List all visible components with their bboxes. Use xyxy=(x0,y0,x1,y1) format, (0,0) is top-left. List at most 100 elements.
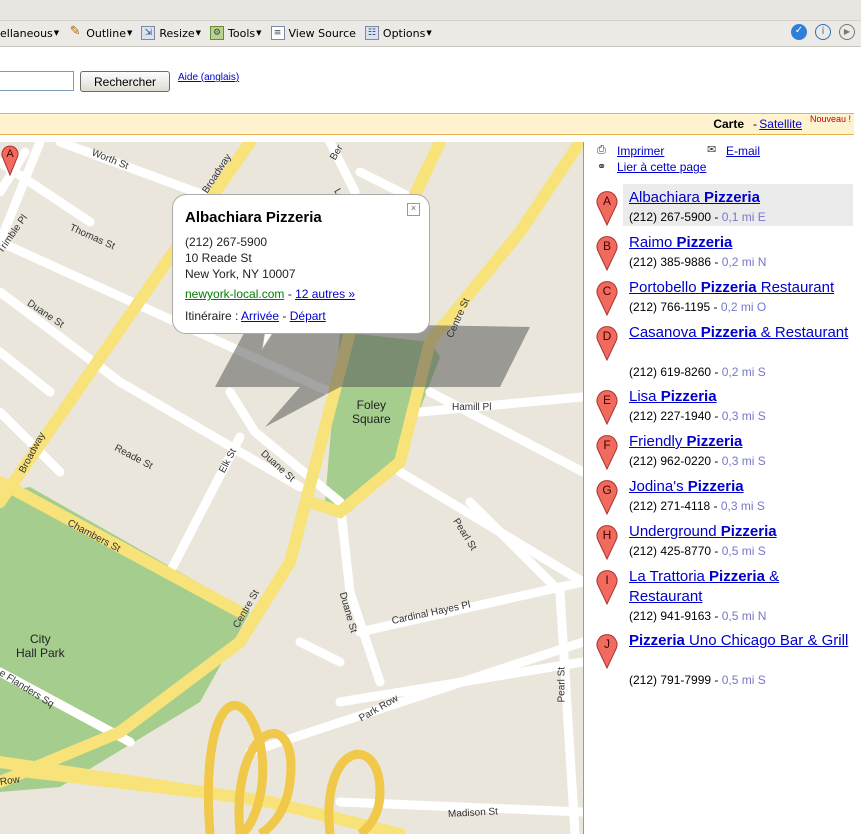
dropdown-arrow-icon: ▼ xyxy=(256,29,262,37)
result-marker-letter: A xyxy=(603,194,611,208)
result-distance: 0,5 mi S xyxy=(721,544,766,558)
result-title-link[interactable]: Pizzeria Uno Chicago Bar & Grill xyxy=(629,631,851,651)
options-icon: ☷ xyxy=(364,26,379,40)
result-title-link[interactable]: Friendly Pizzeria xyxy=(629,432,851,452)
result-marker-icon[interactable]: F xyxy=(595,432,619,470)
toolbar-item-resize[interactable]: ⇲ Resize ▼ xyxy=(141,26,201,40)
validate-check-icon[interactable]: ✓ xyxy=(791,24,807,40)
info-place-name: Albachiara Pizzeria xyxy=(185,209,322,226)
toolbar-item-label: Tools xyxy=(228,26,256,40)
search-button[interactable]: Rechercher xyxy=(80,71,170,92)
result-title-pre: La Trattoria xyxy=(629,568,710,585)
result-phone-line: (212) 766-1195 - 0,2 mi O xyxy=(629,300,767,314)
result-title-link[interactable]: Albachiara Pizzeria xyxy=(629,188,851,208)
result-marker-letter: E xyxy=(603,393,611,407)
highway-ramps xyxy=(203,701,385,834)
result-distance: 0,5 mi S xyxy=(721,673,766,687)
result-marker-letter: D xyxy=(603,329,612,343)
result-title-link[interactable]: Lisa Pizzeria xyxy=(629,387,851,407)
toolbar-item-miscellaneous[interactable]: ellaneous ▼ xyxy=(0,27,59,40)
result-marker-icon[interactable]: I xyxy=(595,567,619,605)
info-arrival-link[interactable]: Arrivée xyxy=(241,309,279,323)
result-title-pre: Casanova xyxy=(629,324,701,341)
result-marker-icon[interactable]: C xyxy=(595,278,619,316)
info-more-link[interactable]: 12 autres » xyxy=(295,287,355,301)
toolbar-item-view-source[interactable]: ≡ View Source xyxy=(270,26,356,40)
info-icon[interactable]: i xyxy=(815,24,831,40)
resize-icon: ⇲ xyxy=(141,26,156,40)
new-badge: Nouveau ! xyxy=(809,114,851,124)
close-icon[interactable]: × xyxy=(407,203,420,216)
result-marker-icon[interactable]: G xyxy=(595,477,619,515)
result-marker-icon[interactable]: A xyxy=(595,188,619,226)
result-title-link[interactable]: Portobello Pizzeria Restaurant xyxy=(629,278,851,298)
result-title-keyword: Pizzeria xyxy=(629,632,685,649)
map-type-satellite[interactable]: Satellite xyxy=(759,117,802,131)
map-type-separator: - xyxy=(753,117,757,131)
toolbar-item-tools[interactable]: ⚙ Tools ▼ xyxy=(210,26,262,40)
result-marker-icon[interactable]: H xyxy=(595,522,619,560)
result-phone: (212) 619-8260 xyxy=(629,365,712,379)
city-hall-park-label: City Hall Park xyxy=(16,632,65,660)
help-link[interactable]: Aide (anglais) xyxy=(178,72,239,83)
info-links: newyork-local.com - 12 autres » xyxy=(185,287,355,301)
result-marker-icon[interactable]: B xyxy=(595,233,619,271)
email-link[interactable]: E-mail xyxy=(726,144,760,158)
browser-toolbar: ellaneous ▼ ✎ Outline ▼ ⇲ Resize ▼ ⚙ Tools ▼… xyxy=(0,0,861,47)
print-link[interactable]: Imprimer xyxy=(617,144,664,158)
result-phone-line: (212) 425-8770 - 0,5 mi S xyxy=(629,544,766,558)
toolbar-item-options[interactable]: ☷ Options ▼ xyxy=(364,26,432,40)
result-distance: 0,3 mi S xyxy=(720,499,765,513)
result-title-keyword: Pizzeria xyxy=(676,234,733,251)
result-marker-icon[interactable]: E xyxy=(595,387,619,425)
result-marker-icon[interactable]: D xyxy=(595,323,619,361)
result-title-pre: Jodina's xyxy=(629,478,688,495)
result-title-pre: Raimo xyxy=(629,234,677,251)
result-title-link[interactable]: Underground Pizzeria xyxy=(629,522,851,542)
result-title-link[interactable]: Jodina's Pizzeria xyxy=(629,477,851,497)
result-phone: (212) 766-1195 xyxy=(629,300,711,314)
toolbar-item-label: View Source xyxy=(288,26,356,40)
toolbar-item-label: Options xyxy=(382,26,426,40)
result-title-pre: Albachiara xyxy=(629,189,705,206)
map-type-carte[interactable]: Carte xyxy=(713,117,744,131)
info-itinerary: Itinéraire : Arrivée - Départ xyxy=(185,309,326,323)
search-input[interactable] xyxy=(0,71,74,91)
toolbar-status-icons: ✓ i ▶ xyxy=(791,24,855,40)
info-website-link[interactable]: newyork-local.com xyxy=(185,287,284,301)
result-phone: (212) 941-9163 xyxy=(629,609,712,623)
info-departure-link[interactable]: Départ xyxy=(290,309,326,323)
result-distance: 0,1 mi E xyxy=(721,210,766,224)
result-title-link[interactable]: Raimo Pizzeria xyxy=(629,233,851,253)
result-marker-letter: F xyxy=(603,438,610,452)
info-address-line2: New York, NY 10007 xyxy=(185,267,296,281)
result-title-pre: Friendly xyxy=(629,433,687,450)
map-canvas[interactable]: Worth St Broadway Thomas St Duane St Tri… xyxy=(0,142,584,834)
result-phone: (212) 962-0220 xyxy=(629,454,712,468)
toolbar-item-label: ellaneous xyxy=(0,26,53,40)
info-itinerary-label: Itinéraire : xyxy=(185,309,239,323)
result-title-keyword: Pizzeria xyxy=(700,324,757,341)
permalink-link[interactable]: Lier à cette page xyxy=(617,160,706,174)
result-marker-letter: I xyxy=(605,573,608,587)
result-phone-line: (212) 619-8260 - 0,2 mi S xyxy=(629,365,766,379)
result-distance: 0,3 mi S xyxy=(721,454,766,468)
street-label: Hamill Pl xyxy=(452,402,492,413)
map-marker-a[interactable]: A xyxy=(0,142,20,176)
dropdown-arrow-icon: ▼ xyxy=(53,29,60,37)
foley-square-label: Foley Square xyxy=(352,398,391,426)
result-title-keyword: Pizzeria xyxy=(686,433,743,450)
toolbar-item-outline[interactable]: ✎ Outline ▼ xyxy=(68,25,133,40)
result-title-link[interactable]: Casanova Pizzeria & Restaurant xyxy=(629,323,851,343)
result-phone: (212) 267-5900 xyxy=(629,210,712,224)
result-phone: (212) 425-8770 xyxy=(629,544,712,558)
info-window: × Albachiara Pizzeria (212) 267-5900 10 … xyxy=(172,194,430,334)
street-label: Pearl St xyxy=(556,666,568,703)
result-marker-letter: J xyxy=(604,637,610,651)
map-type-bar: Carte - Satellite Nouveau ! xyxy=(0,113,854,135)
result-marker-icon[interactable]: J xyxy=(595,631,619,669)
result-title-link[interactable]: La Trattoria Pizzeria & Restaurant xyxy=(629,567,851,607)
info-address-line1: 10 Reade St xyxy=(185,251,252,265)
result-title-post: Uno Chicago Bar & Grill xyxy=(684,632,849,649)
play-icon[interactable]: ▶ xyxy=(839,24,855,40)
